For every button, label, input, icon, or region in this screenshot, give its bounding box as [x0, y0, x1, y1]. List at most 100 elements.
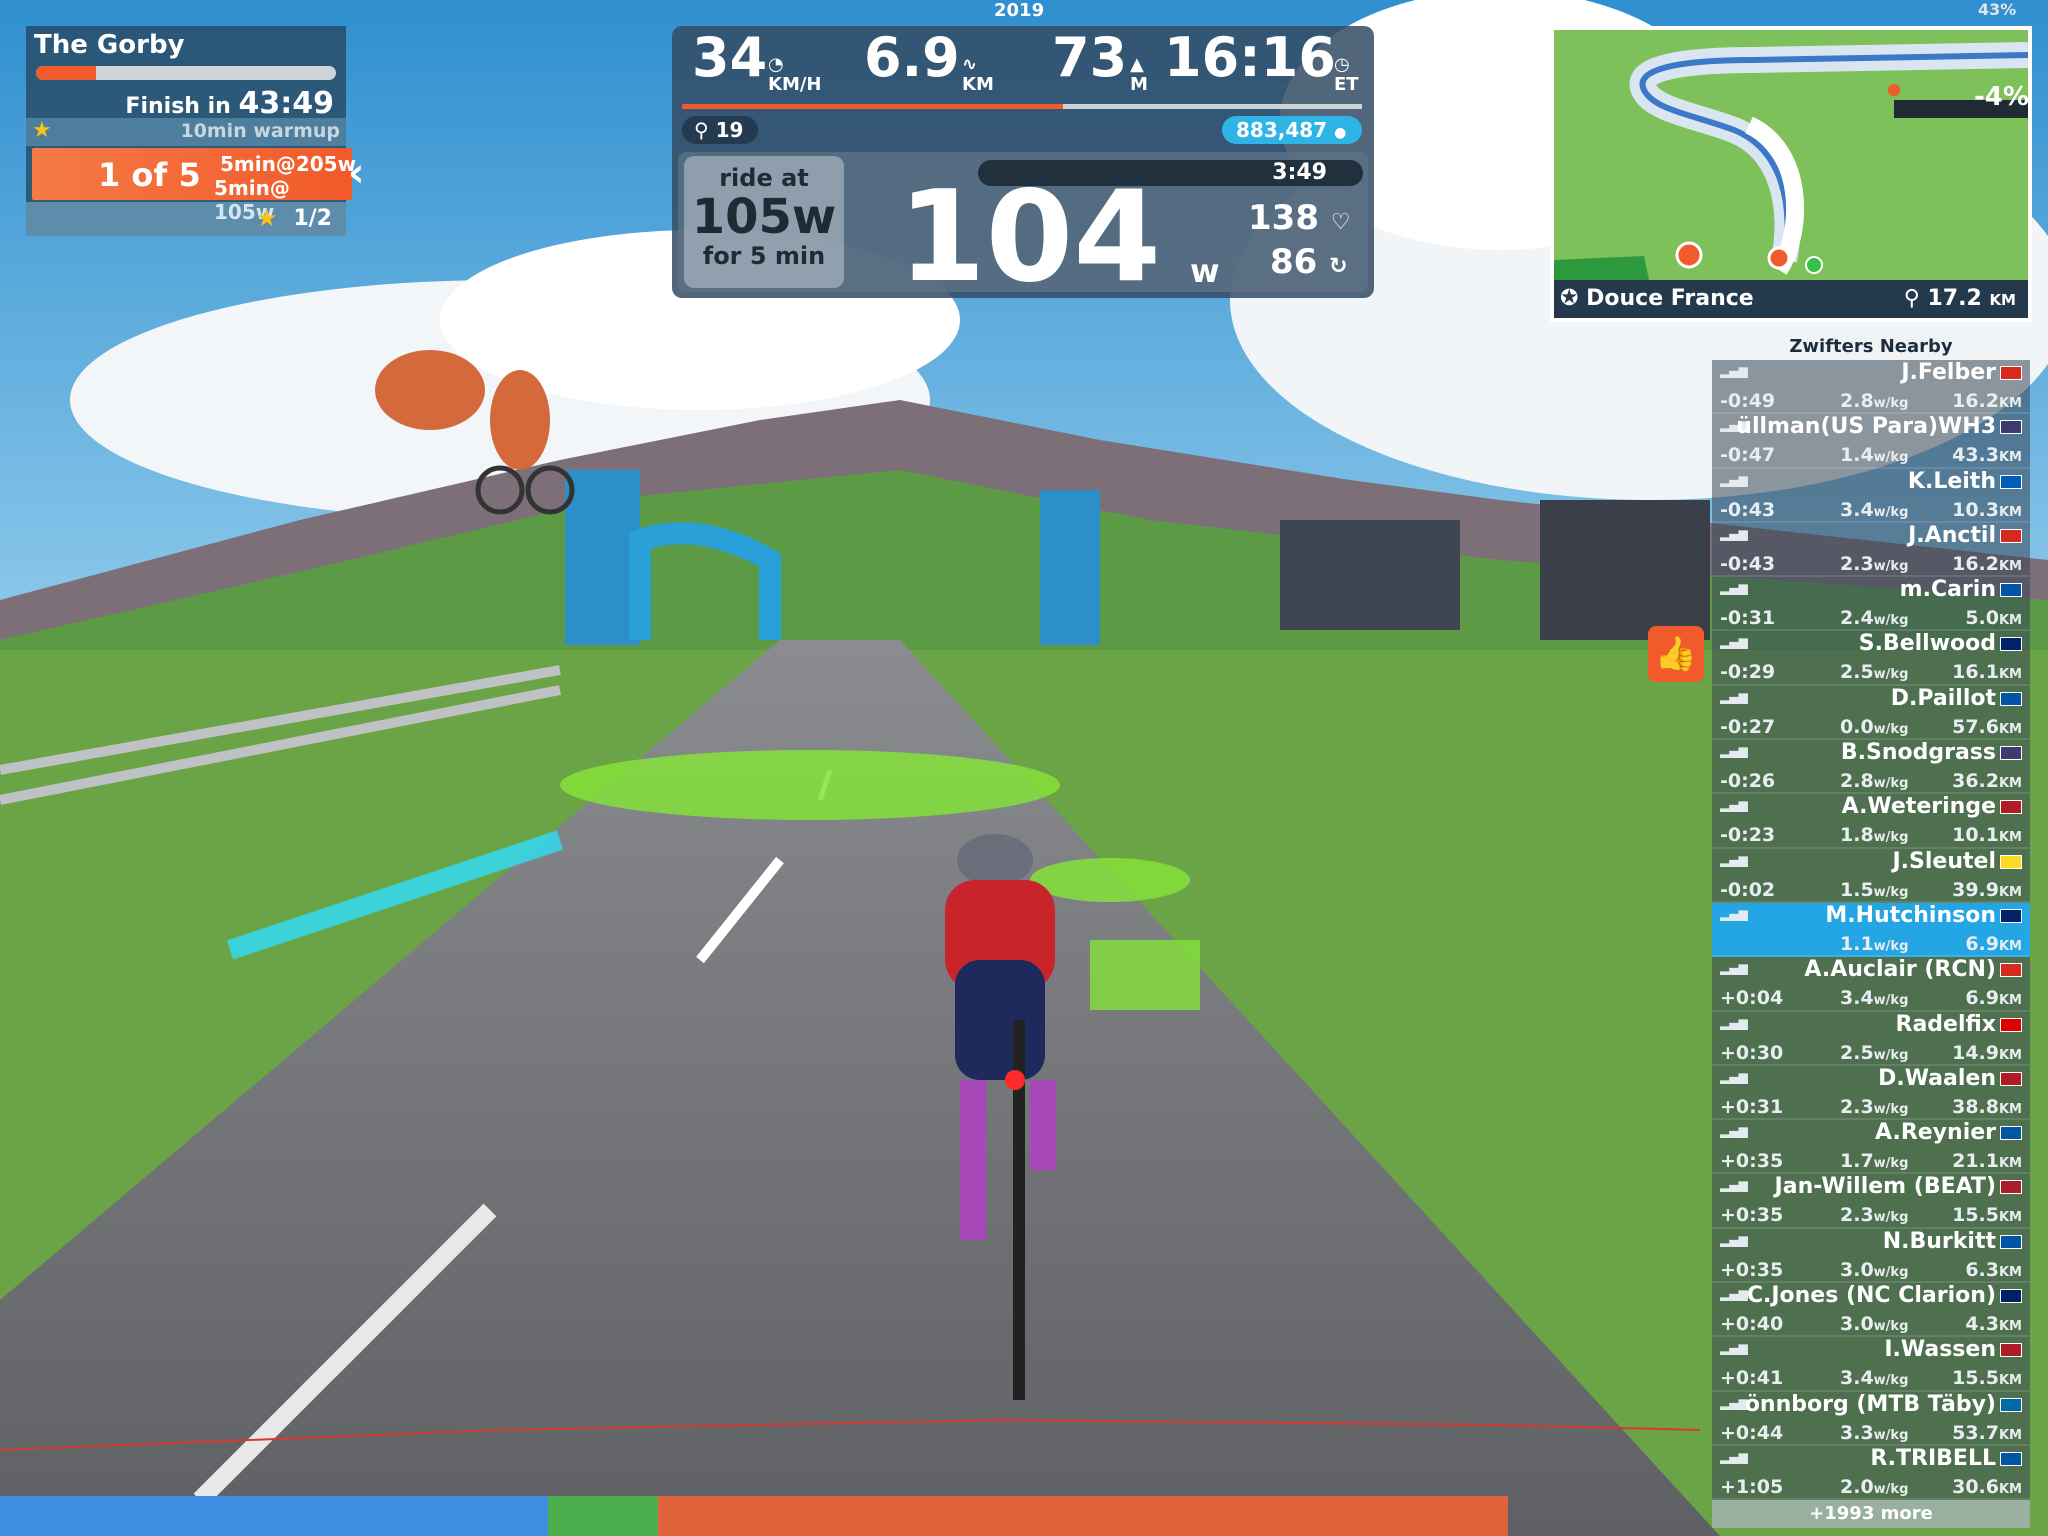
heart-rate: 138 ♡ — [1248, 198, 1351, 238]
rider-distance: 57.6KM — [1952, 715, 2022, 738]
list-item[interactable]: ▂▄▆ önnborg (MTB Täby) +0:44 3.3w/kg 53.7KM — [1712, 1391, 2030, 1446]
rider-marker-icon — [1767, 246, 1791, 270]
list-item[interactable]: ▂▄▆ C.Jones (NC Clarion) +0:40 3.0w/kg 4.3KM — [1712, 1283, 2030, 1338]
power-unit: w — [1190, 252, 1220, 290]
rider-wkg: 3.0w/kg — [1840, 1258, 1909, 1281]
clock-icon: ◷ — [1334, 54, 1350, 75]
rider-wkg: 2.8w/kg — [1840, 770, 1909, 793]
list-item[interactable]: ▂▄▆ K.Leith -0:43 3.4w/kg 10.3KM — [1712, 468, 2030, 523]
pin-icon: ⚲ — [1903, 286, 1920, 311]
rider-wkg: 3.3w/kg — [1840, 1421, 1909, 1444]
list-item[interactable]: ▂▄▆ A.Reynier +0:35 1.7w/kg 21.1KM — [1712, 1120, 2030, 1175]
mini-map[interactable]: ✪ Douce France ⚲ 17.2 KM — [1550, 26, 2032, 322]
rider-name: önnborg (MTB Täby) — [1744, 1391, 1996, 1417]
speedometer-icon: ◔ — [768, 54, 784, 75]
list-item[interactable]: ▂▄▆ R.TRIBELL +1:05 2.0w/kg 30.6KM — [1712, 1445, 2030, 1501]
list-item[interactable]: ▂▄▆ J.Felber -0:49 2.8w/kg 16.2KM — [1712, 360, 2030, 415]
country-flag-icon — [2000, 420, 2022, 435]
list-item[interactable]: ▂▄▆ B.Snodgrass -0:26 2.8w/kg 36.2KM — [1712, 740, 2030, 795]
rider-distance: 6.3KM — [1965, 1258, 2022, 1281]
rider-name: D.Waalen — [1878, 1065, 1996, 1091]
list-item[interactable]: ▂▄▆ J.Sleutel -0:02 1.5w/kg 39.9KM — [1712, 848, 2030, 903]
target-box: ride at 105w for 5 min — [684, 156, 844, 288]
workout-step-warmup[interactable]: ★ 10min warmup — [26, 118, 346, 146]
zone-strip-orange — [658, 1496, 1508, 1536]
route-distance: ⚲ 17.2 KM — [1903, 286, 2016, 311]
rider-name: J.Sleutel — [1892, 848, 1997, 874]
country-flag-icon — [2000, 1017, 2022, 1032]
country-flag-icon — [2000, 854, 2022, 869]
riders-count: 19 — [715, 118, 744, 142]
rider-distance: 14.9KM — [1952, 1041, 2022, 1064]
country-flag-icon — [2000, 366, 2022, 380]
rider-wkg: 2.3w/kg — [1840, 1095, 1909, 1118]
list-item[interactable]: ▂▄▆ üllman(US Para)WH3 -0:47 1.4w/kg 43.3KM — [1712, 414, 2030, 469]
signal-icon: ▂▄▆ — [1720, 689, 1748, 704]
rider-gap: -0:49 — [1720, 390, 1776, 412]
cadence-value: 86 — [1270, 242, 1318, 282]
rider-name: K.Leith — [1907, 468, 1996, 494]
country-flag-icon — [2000, 1071, 2022, 1086]
rider-gap: -0:43 — [1720, 498, 1776, 521]
ride-on-button[interactable]: 👍 — [1648, 626, 1704, 682]
rider-distance: 10.3KM — [1952, 498, 2022, 521]
list-item[interactable]: ▂▄▆ S.Bellwood -0:29 2.5w/kg 16.1KM — [1712, 631, 2030, 686]
rider-wkg: 3.4w/kg — [1840, 498, 1909, 521]
rider-name: J.Felber — [1901, 360, 1996, 385]
elevation-unit: M — [1130, 74, 1148, 95]
signal-icon: ▂▄▆ — [1720, 798, 1748, 813]
rider-gap: -0:29 — [1720, 661, 1776, 684]
rider-wkg: 1.4w/kg — [1840, 444, 1909, 467]
rider-name: üllman(US Para)WH3 — [1736, 414, 1996, 440]
list-item[interactable]: ▂▄▆ N.Burkitt +0:35 3.0w/kg 6.3KM — [1712, 1228, 2030, 1284]
list-item[interactable]: ▂▄▆ m.Carin -0:31 2.4w/kg 5.0KM — [1712, 577, 2030, 632]
workout-step-next[interactable]: ★ 1/2 — [26, 202, 346, 236]
cadence: 86 ↻ — [1270, 242, 1348, 282]
rider-distance: 15.5KM — [1952, 1204, 2022, 1227]
barn — [1280, 520, 1460, 630]
rider-distance: 21.1KM — [1952, 1150, 2022, 1173]
list-item[interactable]: ▂▄▆ J.Anctil -0:43 2.3w/kg 16.2KM — [1712, 522, 2030, 578]
speed-value: 34 — [692, 26, 768, 89]
workout-step-current[interactable]: 1 of 5 5min@205w 5min@ 105w — [32, 148, 356, 224]
nearby-more[interactable]: +1993 more — [1712, 1500, 2030, 1529]
route-progress-fill — [682, 104, 1063, 109]
rider-name: J.Anctil — [1908, 522, 1996, 548]
list-item[interactable]: ▂▄▆ A.Auclair (RCN) +0:04 3.4w/kg 6.9KM — [1712, 957, 2030, 1012]
rider-gap: -0:31 — [1720, 607, 1776, 630]
rider-distance: 16.1KM — [1952, 661, 2022, 684]
country-flag-icon — [2000, 1180, 2022, 1195]
rider-name: A.Weteringe — [1841, 794, 1996, 820]
country-flag-icon — [2000, 1397, 2022, 1412]
cadence-icon: ↻ — [1329, 254, 1348, 279]
signal-icon: ▂▄▆ — [1720, 1287, 1748, 1302]
rider-name: C.Jones (NC Clarion) — [1746, 1283, 1996, 1309]
signal-icon: ▂▄▆ — [1720, 364, 1748, 378]
banner — [565, 470, 640, 645]
rider-distance: 39.9KM — [1952, 878, 2022, 901]
list-item[interactable]: ▂▄▆ D.Waalen +0:31 2.3w/kg 38.8KM — [1712, 1065, 2030, 1121]
chevron-left-icon[interactable]: ‹ — [348, 150, 364, 196]
rider-gap: +0:04 — [1720, 987, 1784, 1010]
nearby-title: Zwifters Nearby — [1712, 334, 2030, 360]
list-item[interactable]: ▂▄▆ A.Weteringe -0:23 1.8w/kg 10.1KM — [1712, 794, 2030, 849]
rider-wkg: 3.0w/kg — [1840, 1313, 1909, 1336]
stars-count: 1/2 — [293, 206, 332, 231]
rider-gap: +0:30 — [1720, 1041, 1784, 1064]
map-pin-icon — [1805, 256, 1823, 274]
list-item[interactable]: ▂▄▆ I.Wassen +0:41 3.4w/kg 15.5KM — [1712, 1337, 2030, 1392]
nearby-list: Zwifters Nearby ▂▄▆ J.Felber -0:49 2.8w/kg 1… — [1712, 334, 2030, 1529]
banner — [1040, 490, 1100, 645]
country-flag-icon — [2000, 1234, 2022, 1249]
list-item[interactable]: ▂▄▆ Radelfix +0:30 2.5w/kg 14.9KM — [1712, 1011, 2030, 1066]
rider-wkg: 2.5w/kg — [1840, 1041, 1909, 1064]
rider-distance: 15.5KM — [1952, 1367, 2022, 1390]
list-item[interactable]: ▂▄▆ M.Hutchinson 1.1w/kg 6.9KM — [1712, 902, 2030, 958]
rider-distance: 30.6KM — [1952, 1475, 2022, 1498]
target-power: 105w — [691, 189, 837, 245]
rider-distance: 6.9KM — [1965, 987, 2022, 1010]
signal-icon: ▂▄▆ — [1720, 581, 1748, 596]
list-item[interactable]: ▂▄▆ D.Paillot -0:27 0.0w/kg 57.6KM — [1712, 685, 2030, 741]
rider-gap: -0:43 — [1720, 552, 1776, 575]
list-item[interactable]: ▂▄▆ Jan-Willem (BEAT) +0:35 2.3w/kg 15.5KM — [1712, 1174, 2030, 1229]
